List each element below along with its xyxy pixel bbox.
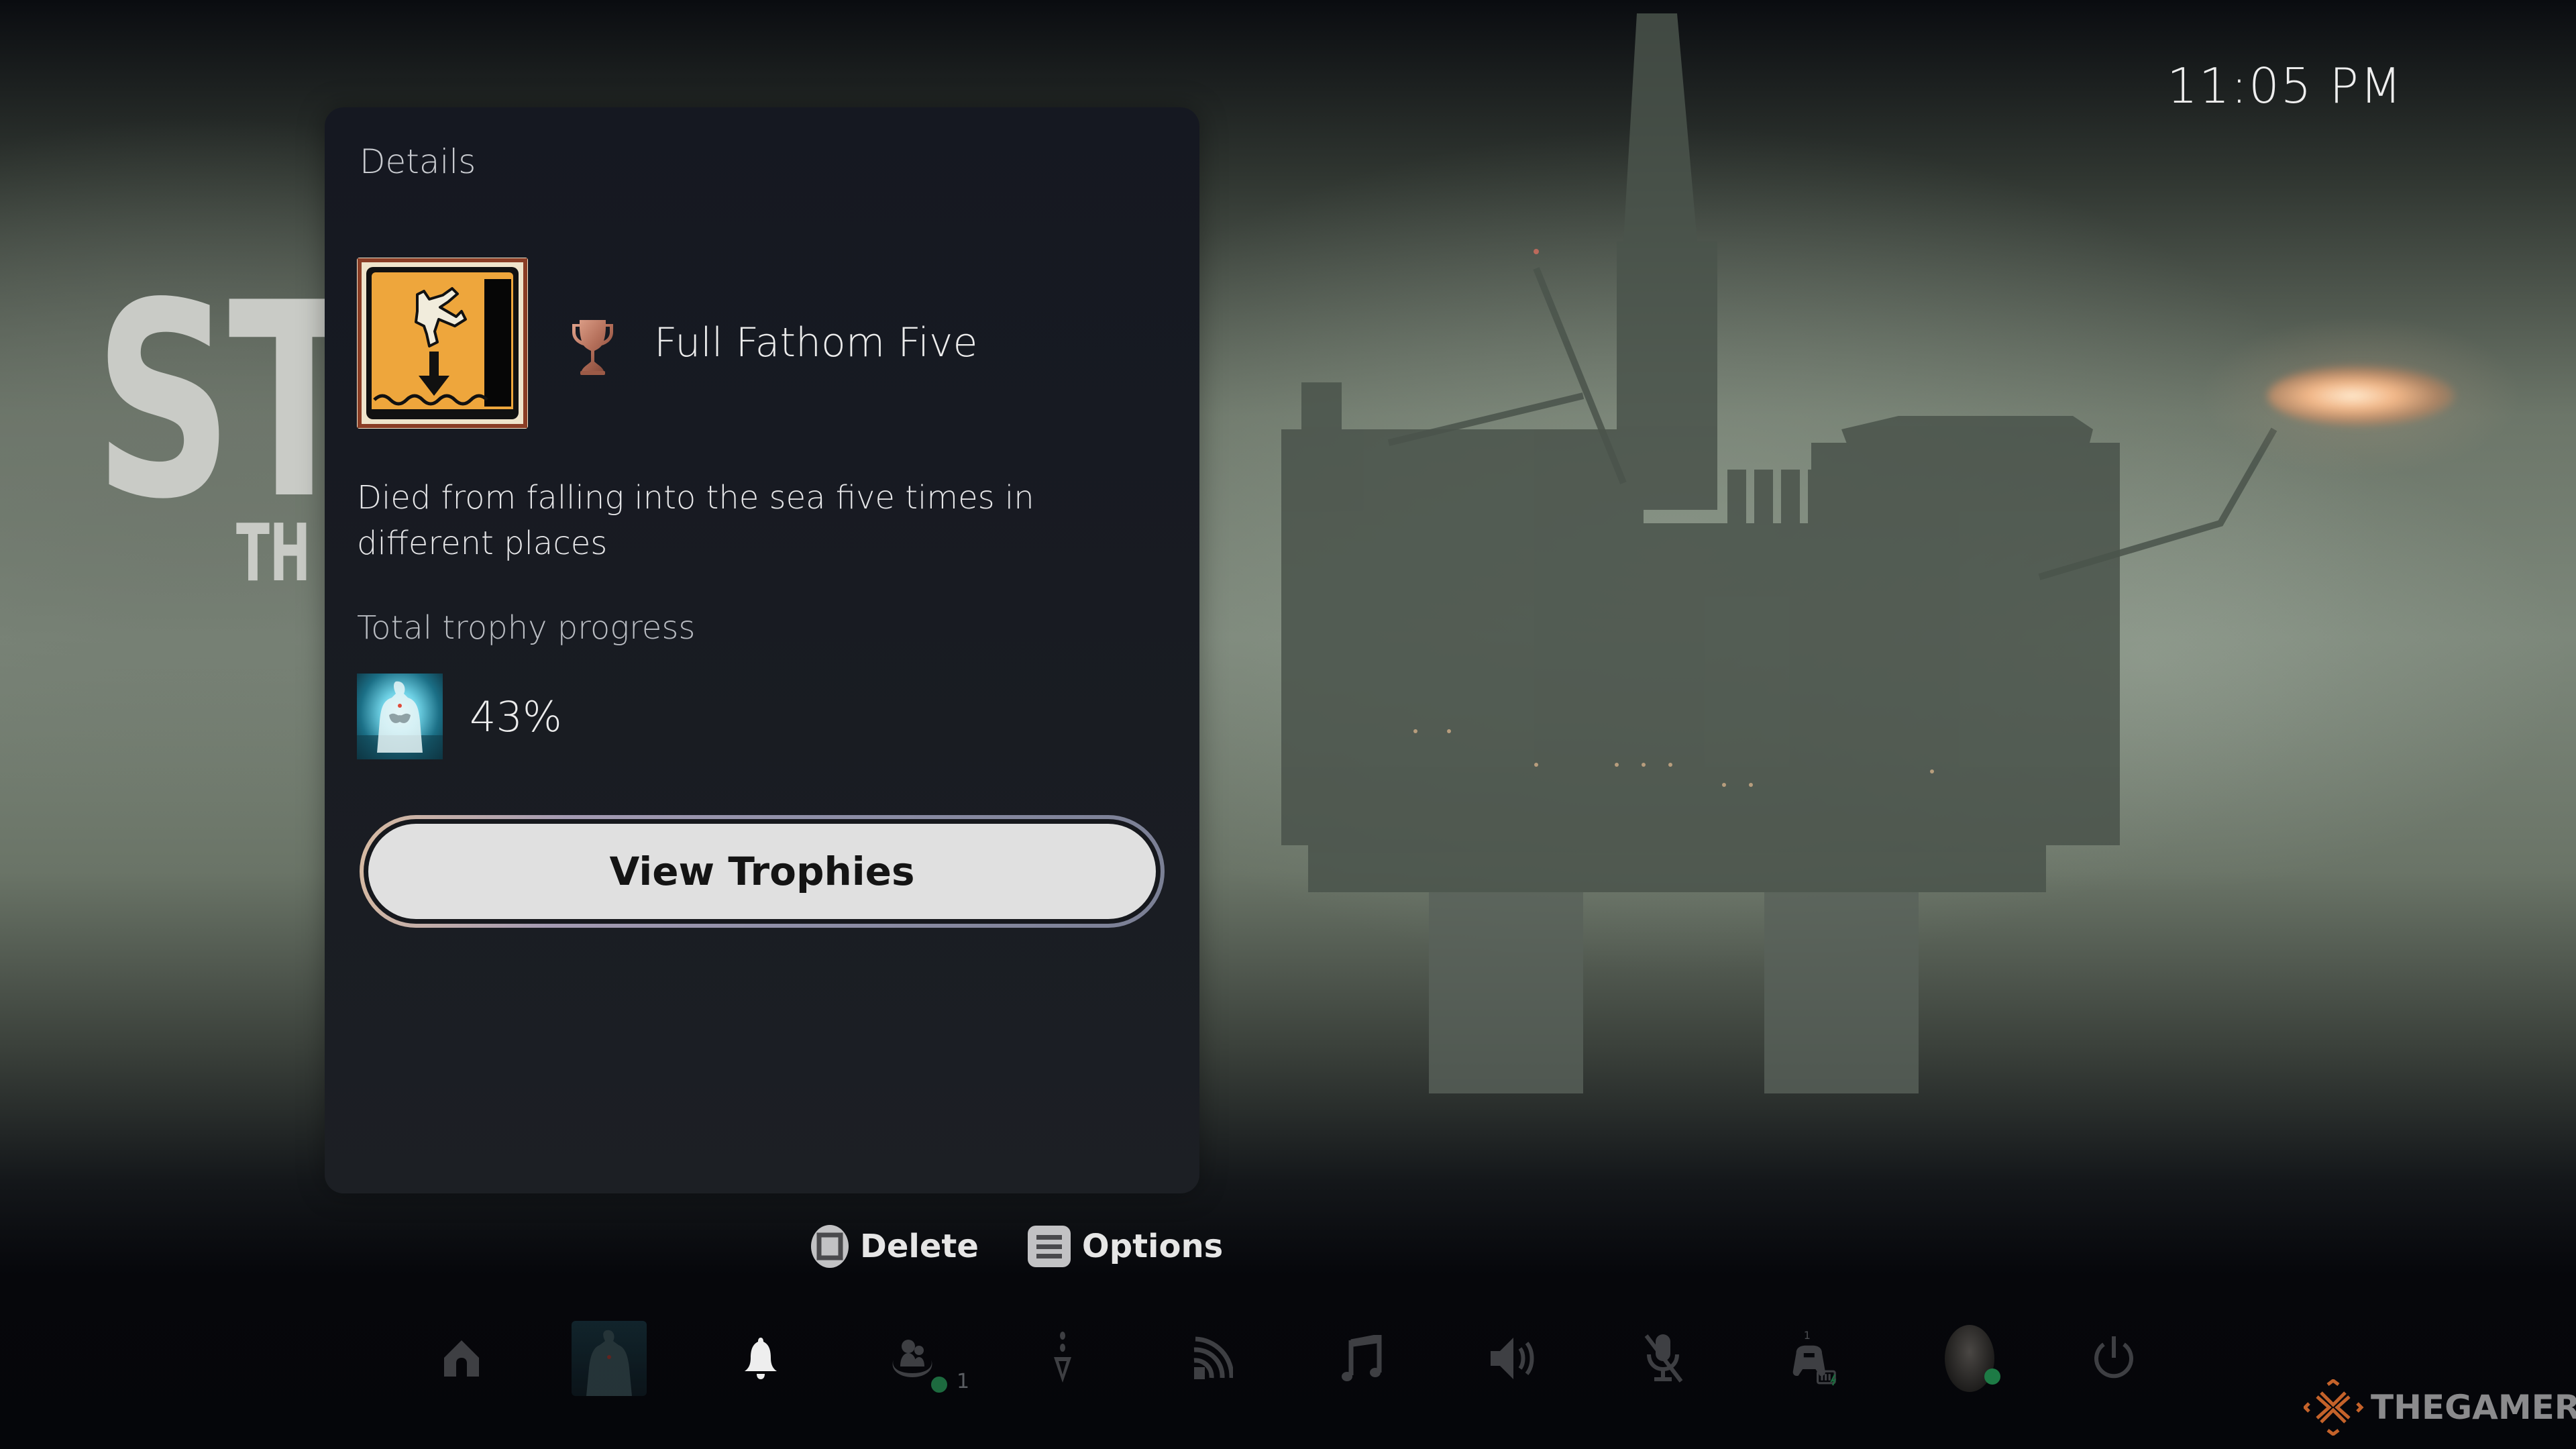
square-button-icon [811, 1225, 849, 1268]
online-dot [931, 1377, 947, 1393]
cc-profile[interactable] [1943, 1315, 2000, 1402]
falling-into-sea-sign-icon [357, 258, 528, 429]
progress-percentage: 43% [470, 692, 562, 741]
progress-label: Total trophy progress [357, 609, 696, 647]
cc-game-base[interactable]: 1 [884, 1315, 969, 1402]
options-button-icon [1027, 1226, 1071, 1267]
cc-remote-play[interactable] [1193, 1315, 1233, 1402]
gas-flare [2267, 366, 2455, 426]
ghost-figure-icon [586, 1330, 632, 1396]
cc-power[interactable] [2093, 1315, 2135, 1402]
cc-sound[interactable] [1489, 1315, 1536, 1402]
view-trophies-focus-ring: View Trophies [360, 815, 1165, 928]
game-logo-title: ST [94, 246, 360, 558]
hint-delete-label: Delete [860, 1228, 979, 1265]
watermark: THEGAMER [2304, 1379, 2576, 1436]
trophy-name: Full Fathom Five [654, 319, 978, 366]
game-cover-thumbnail [357, 674, 443, 759]
power-icon [2094, 1336, 2133, 1379]
control-center-bar: 1 1 [0, 1315, 2576, 1402]
focus-ring-gap: View Trophies [364, 819, 1161, 924]
cc-switcher[interactable] [1052, 1315, 1073, 1402]
cc-home[interactable] [439, 1315, 484, 1402]
cc-current-game[interactable] [572, 1315, 647, 1402]
game-base-icon [892, 1340, 932, 1377]
cc-notifications[interactable] [741, 1315, 781, 1402]
cc-music[interactable] [1342, 1315, 1382, 1402]
hint-options[interactable]: Options [1027, 1224, 1223, 1269]
sound-icon [1491, 1338, 1534, 1379]
game-thumbnail [572, 1321, 647, 1396]
switcher-icon [1054, 1332, 1071, 1383]
bell-icon [745, 1338, 777, 1379]
trophy-badge-image [357, 258, 528, 429]
remote-play-icon [1193, 1336, 1233, 1379]
game-base-count: 1 [957, 1370, 970, 1393]
action-hints: Delete Options [810, 1222, 1271, 1271]
bronze-trophy-icon [572, 320, 613, 375]
panel-title: Details [360, 142, 476, 181]
game-logo-subtitle: TH [236, 506, 311, 599]
controller-icon: 1 [1792, 1329, 1837, 1386]
trophy-description: Died from falling into the sea five time… [357, 479, 1034, 562]
thegamer-logo-icon [2304, 1379, 2364, 1436]
system-clock: 11:05 PM [2167, 58, 2403, 114]
cc-mic[interactable] [1642, 1315, 1685, 1402]
ghost-figure-icon [357, 681, 443, 759]
watermark-text: THEGAMER [2371, 1388, 2576, 1427]
hint-options-label: Options [1081, 1228, 1224, 1265]
music-icon [1342, 1335, 1382, 1381]
view-trophies-button[interactable]: View Trophies [368, 824, 1156, 919]
mic-muted-icon [1644, 1334, 1683, 1383]
svg-text:1: 1 [1804, 1329, 1811, 1342]
hint-delete[interactable]: Delete [810, 1224, 979, 1269]
online-status-dot [1984, 1368, 2000, 1385]
trophy-details-panel: Details Full Fathom Five Died from falli… [325, 107, 1199, 1193]
cc-accessories[interactable]: 1 [1790, 1315, 1838, 1402]
home-icon [444, 1340, 479, 1377]
